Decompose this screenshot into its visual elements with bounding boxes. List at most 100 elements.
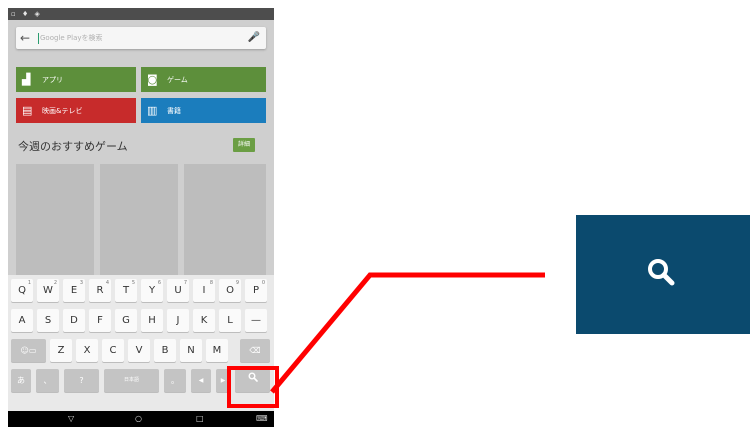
gamepad-icon: ◙ <box>147 73 158 86</box>
key-superscript: 6 <box>157 280 161 286</box>
key-5[interactable]: H <box>141 309 163 332</box>
key-superscript: 2 <box>53 280 57 286</box>
language-key[interactable]: 日本語 <box>104 369 159 392</box>
key-q[interactable]: Q1 <box>11 279 33 302</box>
keyboard-switch-icon[interactable]: ⌨ <box>256 411 268 427</box>
microphone-icon[interactable]: 🎤 <box>248 29 260 47</box>
android-icon: ▟ <box>22 73 31 86</box>
key-1[interactable]: S <box>37 309 59 332</box>
category-label: アプリ <box>42 76 63 84</box>
key-e[interactable]: E3 <box>63 279 85 302</box>
key-n[interactable]: N <box>180 339 202 362</box>
delete-key[interactable]: ⌫ <box>240 339 270 362</box>
key-t[interactable]: T5 <box>115 279 137 302</box>
key-b[interactable]: B <box>154 339 176 362</box>
key-w[interactable]: W2 <box>37 279 59 302</box>
key-v[interactable]: V <box>128 339 150 362</box>
status-bar: ▫ ♦ ◈ <box>8 8 274 20</box>
key-superscript: 1 <box>27 280 31 286</box>
tablet-screenshot: ▫ ♦ ◈ ← Google Playを検索 🎤 ▟ アプリ ◙ ゲーム ▤ 映… <box>8 8 274 427</box>
key-label: L <box>227 315 233 326</box>
category-label: 書籍 <box>167 107 181 115</box>
key-r[interactable]: R4 <box>89 279 111 302</box>
key-label: A <box>18 315 26 326</box>
comma-key[interactable]: 、 <box>36 369 59 392</box>
book-icon: ▥ <box>147 104 158 117</box>
key-label: P <box>252 285 260 296</box>
key-u[interactable]: U7 <box>167 279 189 302</box>
key-7[interactable]: K <box>193 309 215 332</box>
back-arrow-icon[interactable]: ← <box>20 29 30 47</box>
key-label: E <box>70 285 78 296</box>
key-o[interactable]: O9 <box>219 279 241 302</box>
key-x[interactable]: X <box>76 339 98 362</box>
nav-recent-icon[interactable]: □ <box>196 411 204 427</box>
key-label: H <box>148 315 156 326</box>
category-tile-books[interactable]: ▥ 書籍 <box>141 98 266 123</box>
key-p[interactable]: P0 <box>245 279 267 302</box>
search-input[interactable]: Google Playを検索 <box>40 29 103 47</box>
key-3[interactable]: F <box>89 309 111 332</box>
nav-back-icon[interactable]: ▽ <box>68 411 74 427</box>
key-label: M <box>212 345 222 356</box>
key-2[interactable]: D <box>63 309 85 332</box>
key-i[interactable]: I8 <box>193 279 215 302</box>
section-title: 今週のおすすめゲーム <box>18 140 128 153</box>
navigation-bar: ▽ ○ □ ⌨ <box>8 411 274 427</box>
key-label: Q <box>18 285 26 296</box>
status-icons: ▫ ♦ ◈ <box>11 10 42 18</box>
key-label: R <box>96 285 104 296</box>
question-key[interactable]: ? <box>64 369 99 392</box>
key-superscript: 8 <box>209 280 213 286</box>
kana-key[interactable]: あ <box>11 369 31 392</box>
key-z[interactable]: Z <box>50 339 72 362</box>
key-label: K <box>200 315 208 326</box>
key-label: J <box>176 315 180 326</box>
key-label: X <box>83 345 91 356</box>
key-label: N <box>187 345 195 356</box>
key-label: S <box>44 315 52 326</box>
key-label: O <box>226 285 234 296</box>
film-icon: ▤ <box>22 104 33 117</box>
key-label: G <box>122 315 130 326</box>
category-tile-games[interactable]: ◙ ゲーム <box>141 67 266 92</box>
key-superscript: 4 <box>105 280 109 286</box>
highlight-box <box>227 366 279 408</box>
game-card[interactable] <box>100 164 178 283</box>
key-6[interactable]: J <box>167 309 189 332</box>
search-icon <box>648 259 675 286</box>
key-label: W <box>43 285 53 296</box>
key-label: I <box>202 285 206 296</box>
category-tile-apps[interactable]: ▟ アプリ <box>16 67 136 92</box>
category-label: 映画&テレビ <box>42 107 83 115</box>
key-superscript: 3 <box>79 280 83 286</box>
period-key[interactable]: 。 <box>164 369 186 392</box>
left-arrow-key[interactable]: ◀ <box>191 369 211 392</box>
game-card[interactable] <box>184 164 266 283</box>
key-label: C <box>109 345 117 356</box>
key-superscript: 9 <box>235 280 239 286</box>
key-m[interactable]: M <box>206 339 228 362</box>
play-store-screen: ← Google Playを検索 🎤 ▟ アプリ ◙ ゲーム ▤ 映画&テレビ … <box>8 20 274 283</box>
game-card[interactable] <box>16 164 94 283</box>
key-0[interactable]: A <box>11 309 33 332</box>
zoomed-search-key <box>576 215 750 334</box>
key-9[interactable]: — <box>245 309 267 332</box>
key-label: B <box>161 345 169 356</box>
key-label: D <box>70 315 78 326</box>
key-y[interactable]: Y6 <box>141 279 163 302</box>
key-superscript: 0 <box>261 280 265 286</box>
key-c[interactable]: C <box>102 339 124 362</box>
key-label: U <box>174 285 182 296</box>
key-8[interactable]: L <box>219 309 241 332</box>
key-4[interactable]: G <box>115 309 137 332</box>
nav-home-icon[interactable]: ○ <box>135 411 142 427</box>
emoji-key[interactable]: ☺▭ <box>11 339 46 362</box>
key-label: V <box>135 345 143 356</box>
category-tile-movies[interactable]: ▤ 映画&テレビ <box>16 98 136 123</box>
key-label: Z <box>57 345 65 356</box>
search-bar[interactable]: ← Google Playを検索 🎤 <box>16 27 266 49</box>
details-button[interactable]: 詳細 <box>233 138 255 152</box>
text-cursor <box>38 33 39 44</box>
category-label: ゲーム <box>167 76 188 84</box>
